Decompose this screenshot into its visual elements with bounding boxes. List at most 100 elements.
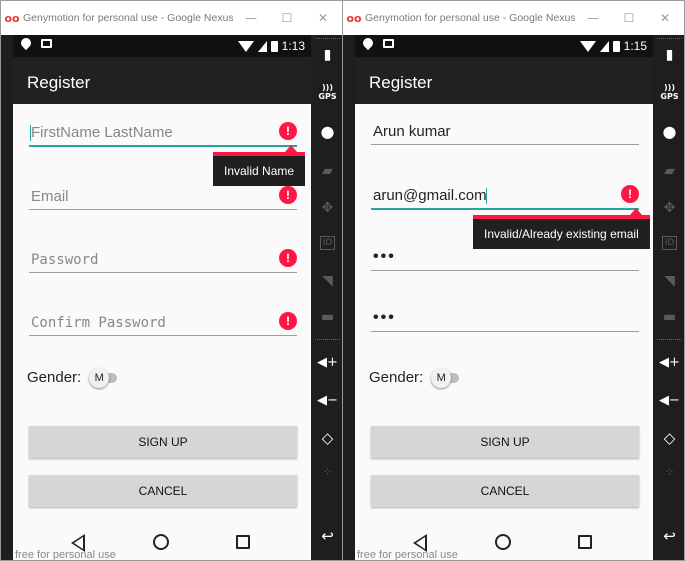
gps-icon[interactable]: ))) GPS <box>653 83 684 101</box>
back-arrow-icon[interactable]: ↩ <box>653 527 684 545</box>
nav-recents-icon[interactable] <box>578 535 592 549</box>
rotate-icon[interactable]: ◇ <box>653 429 684 447</box>
toolbar-separator <box>657 339 682 340</box>
battery-icon[interactable]: ▮ <box>311 47 342 63</box>
sms-icon[interactable]: ▬ <box>653 309 684 325</box>
window-titlebar[interactable]: oo Genymotion for personal use - Google … <box>343 1 684 35</box>
phone-screen: 1:15 Register Arun kumar arun@gmail.com … <box>355 35 653 561</box>
status-time: 1:13 <box>281 39 305 53</box>
signal-icon <box>599 40 609 52</box>
password-field-placeholder: Password <box>31 252 99 268</box>
battery-icon[interactable]: ▮ <box>653 47 684 63</box>
nav-home-icon[interactable] <box>153 534 169 550</box>
status-time: 1:15 <box>623 39 647 53</box>
text-cursor <box>485 188 487 204</box>
emulator-window-left: oo Genymotion for personal use - Google … <box>0 0 343 561</box>
volume-up-icon[interactable]: ◀+ <box>311 355 342 370</box>
window-title: Genymotion for personal use - Google Nex… <box>365 12 575 24</box>
gender-label: Gender: <box>27 369 82 386</box>
confirm-password-field-placeholder: Confirm Password <box>31 315 166 331</box>
confirm-password-field[interactable]: ••• <box>371 302 639 332</box>
phone-screen: 1:13 Register FirstName LastName ! Inval… <box>13 35 311 561</box>
name-field-placeholder: FirstName LastName <box>30 123 173 141</box>
genymotion-logo-icon: oo <box>346 11 362 25</box>
email-field[interactable]: Email ! <box>29 180 297 210</box>
scale-icon[interactable]: ⁘ <box>653 465 684 479</box>
image-notification-icon <box>41 38 52 48</box>
webcam-icon[interactable]: ● <box>311 122 342 141</box>
clapper-icon[interactable]: ▰ <box>311 163 342 179</box>
scale-icon[interactable]: ⁘ <box>311 465 342 479</box>
clapper-icon[interactable]: ▰ <box>653 163 684 179</box>
nav-home-icon[interactable] <box>495 534 511 550</box>
toolbar-separator <box>315 339 340 340</box>
gps-icon[interactable]: ))) GPS <box>311 83 342 101</box>
email-field[interactable]: arun@gmail.com ! <box>371 180 639 210</box>
move-icon[interactable]: ✥ <box>653 200 684 216</box>
error-icon[interactable]: ! <box>621 185 639 203</box>
wifi-icon <box>579 40 596 52</box>
location-icon <box>360 35 376 51</box>
battery-status-icon <box>612 40 620 52</box>
confirm-password-field[interactable]: Confirm Password ! <box>29 306 297 336</box>
image-notification-icon <box>383 38 394 48</box>
toolbar-separator <box>315 38 340 39</box>
gender-toggle[interactable]: M <box>431 367 461 388</box>
rss-icon[interactable]: ◥ <box>311 273 342 289</box>
volume-down-icon[interactable]: ◀− <box>653 393 684 408</box>
toggle-thumb: M <box>431 367 452 388</box>
maximize-button[interactable]: ☐ <box>269 11 305 25</box>
minimize-button[interactable]: — <box>233 11 269 25</box>
signal-icon <box>257 40 267 52</box>
error-icon[interactable]: ! <box>279 312 297 330</box>
id-icon[interactable]: ID <box>653 236 684 250</box>
password-field[interactable]: ••• <box>371 241 639 271</box>
wifi-icon <box>237 40 254 52</box>
maximize-button[interactable]: ☐ <box>611 11 647 25</box>
cancel-button[interactable]: CANCEL <box>29 475 297 507</box>
watermark: free for personal use <box>357 549 458 561</box>
window-titlebar[interactable]: oo Genymotion for personal use - Google … <box>1 1 342 35</box>
minimize-button[interactable]: — <box>575 11 611 25</box>
gender-row: Gender: M <box>369 367 461 388</box>
close-button[interactable]: ✕ <box>305 11 341 25</box>
watermark: free for personal use <box>15 549 116 561</box>
volume-up-icon[interactable]: ◀+ <box>653 355 684 370</box>
name-field[interactable]: Arun kumar <box>371 115 639 145</box>
page-title: Register <box>27 73 91 92</box>
emulator-window-right: oo Genymotion for personal use - Google … <box>342 0 685 561</box>
tooltip-caret <box>285 145 298 152</box>
status-bar: 1:15 <box>355 35 653 57</box>
gender-toggle[interactable]: M <box>89 367 119 388</box>
page-title: Register <box>369 73 433 92</box>
rotate-icon[interactable]: ◇ <box>311 429 342 447</box>
genymotion-toolbar: ▮ ))) GPS ● ▰ ✥ ID ◥ ▬ ◀+ ◀− ◇ ⁘ ↩ <box>653 35 684 560</box>
sign-up-button[interactable]: SIGN UP <box>29 426 297 458</box>
rss-icon[interactable]: ◥ <box>653 273 684 289</box>
password-field[interactable]: Password ! <box>29 243 297 273</box>
name-field-value: Arun kumar <box>373 123 451 140</box>
gender-label: Gender: <box>369 369 424 386</box>
confirm-password-field-value: ••• <box>373 309 396 326</box>
error-icon[interactable]: ! <box>279 186 297 204</box>
battery-status-icon <box>270 40 278 52</box>
id-icon[interactable]: ID <box>311 236 342 250</box>
app-bar: Register <box>355 57 653 104</box>
volume-down-icon[interactable]: ◀− <box>311 393 342 408</box>
genymotion-logo-icon: oo <box>4 11 20 25</box>
move-icon[interactable]: ✥ <box>311 200 342 216</box>
name-field[interactable]: FirstName LastName ! <box>29 117 297 147</box>
password-field-value: ••• <box>373 248 396 265</box>
sign-up-button[interactable]: SIGN UP <box>371 426 639 458</box>
back-arrow-icon[interactable]: ↩ <box>311 527 342 545</box>
toggle-thumb: M <box>89 367 110 388</box>
cancel-button[interactable]: CANCEL <box>371 475 639 507</box>
toolbar-separator <box>657 38 682 39</box>
app-bar: Register <box>13 57 311 104</box>
close-button[interactable]: ✕ <box>647 11 683 25</box>
webcam-icon[interactable]: ● <box>653 122 684 141</box>
sms-icon[interactable]: ▬ <box>311 309 342 325</box>
error-icon[interactable]: ! <box>279 249 297 267</box>
nav-recents-icon[interactable] <box>236 535 250 549</box>
error-icon[interactable]: ! <box>279 122 297 140</box>
